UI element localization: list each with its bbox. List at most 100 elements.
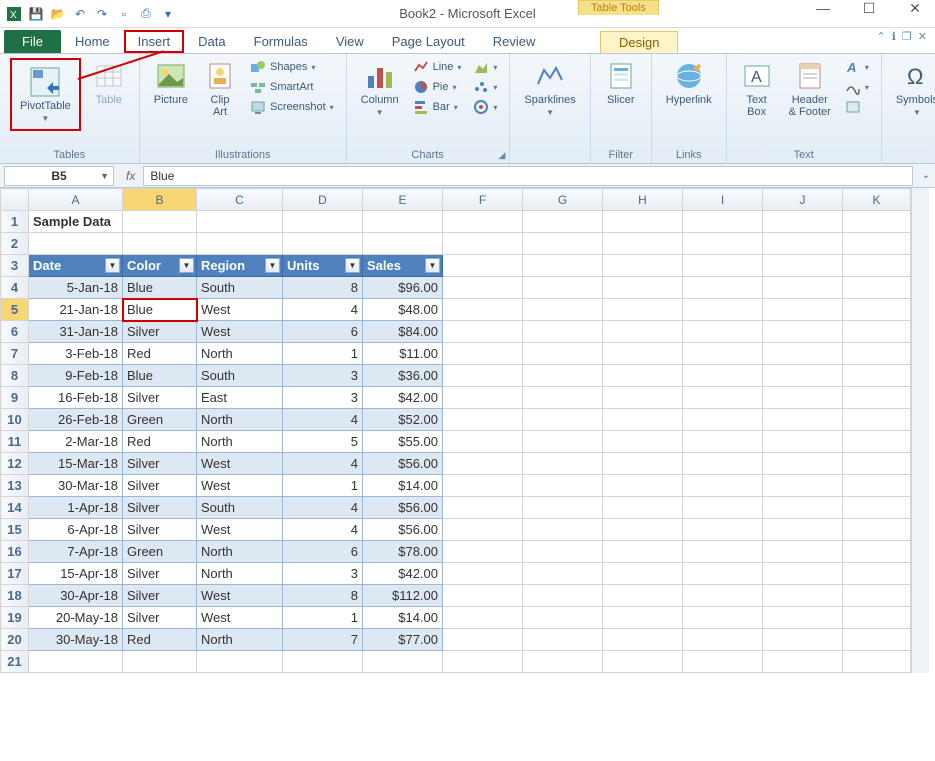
cell-J3[interactable] [763,255,843,277]
cell-A20[interactable]: 30-May-18 [29,629,123,651]
row-header-19[interactable]: 19 [1,607,29,629]
filter-dropdown-icon[interactable]: ▼ [179,258,194,273]
cell-I3[interactable] [683,255,763,277]
line-chart-button[interactable]: Line ▾ [411,58,464,76]
cell-H19[interactable] [603,607,683,629]
cell-D1[interactable] [283,211,363,233]
cell-A11[interactable]: 2-Mar-18 [29,431,123,453]
cell-A2[interactable] [29,233,123,255]
cell-G19[interactable] [523,607,603,629]
cell-I15[interactable] [683,519,763,541]
cell-C3[interactable]: Region▼ [197,255,283,277]
cell-A8[interactable]: 9-Feb-18 [29,365,123,387]
print-icon[interactable]: ⎙ [138,6,154,22]
cell-H17[interactable] [603,563,683,585]
row-header-16[interactable]: 16 [1,541,29,563]
cell-J16[interactable] [763,541,843,563]
cell-H2[interactable] [603,233,683,255]
cell-G7[interactable] [523,343,603,365]
row-header-6[interactable]: 6 [1,321,29,343]
row-header-2[interactable]: 2 [1,233,29,255]
row-header-5[interactable]: 5 [1,299,29,321]
formula-input[interactable]: Blue [143,166,913,186]
cell-B18[interactable]: Silver [123,585,197,607]
cell-E15[interactable]: $56.00 [363,519,443,541]
clipart-button[interactable]: Clip Art [200,58,240,120]
vertical-scrollbar[interactable] [911,188,929,673]
cell-A10[interactable]: 26-Feb-18 [29,409,123,431]
cell-D18[interactable]: 8 [283,585,363,607]
cell-D11[interactable]: 5 [283,431,363,453]
cell-I8[interactable] [683,365,763,387]
cell-K8[interactable] [843,365,911,387]
cell-E21[interactable] [363,651,443,673]
tab-insert[interactable]: Insert [124,30,185,53]
cell-H6[interactable] [603,321,683,343]
cell-K6[interactable] [843,321,911,343]
cell-E7[interactable]: $11.00 [363,343,443,365]
bar-chart-button[interactable]: Bar ▾ [411,98,464,116]
cell-F18[interactable] [443,585,523,607]
cell-I6[interactable] [683,321,763,343]
cell-B16[interactable]: Green [123,541,197,563]
cell-B15[interactable]: Silver [123,519,197,541]
table-button[interactable]: Table [89,58,129,108]
column-header-B[interactable]: B [123,189,197,211]
window-restore-icon[interactable]: ❐ [902,30,912,43]
cell-D20[interactable]: 7 [283,629,363,651]
cell-A19[interactable]: 20-May-18 [29,607,123,629]
cell-I13[interactable] [683,475,763,497]
cell-G12[interactable] [523,453,603,475]
row-header-18[interactable]: 18 [1,585,29,607]
worksheet-grid[interactable]: ABCDEFGHIJK1Sample Data23Date▼Color▼Regi… [0,188,911,673]
symbols-button[interactable]: Ω Symbols ▼ [892,58,935,119]
cell-B2[interactable] [123,233,197,255]
object-button[interactable] [843,98,871,116]
cell-D10[interactable]: 4 [283,409,363,431]
cell-B14[interactable]: Silver [123,497,197,519]
cell-A12[interactable]: 15-Mar-18 [29,453,123,475]
cell-E16[interactable]: $78.00 [363,541,443,563]
signature-button[interactable]: ▾ [843,78,871,96]
cell-D16[interactable]: 6 [283,541,363,563]
cell-F6[interactable] [443,321,523,343]
cell-E11[interactable]: $55.00 [363,431,443,453]
row-header-9[interactable]: 9 [1,387,29,409]
cell-G2[interactable] [523,233,603,255]
cell-K5[interactable] [843,299,911,321]
cell-C7[interactable]: North [197,343,283,365]
cell-H13[interactable] [603,475,683,497]
cell-I1[interactable] [683,211,763,233]
cell-I7[interactable] [683,343,763,365]
cell-E18[interactable]: $112.00 [363,585,443,607]
cell-D9[interactable]: 3 [283,387,363,409]
column-header-A[interactable]: A [29,189,123,211]
cell-G21[interactable] [523,651,603,673]
cell-B4[interactable]: Blue [123,277,197,299]
cell-G20[interactable] [523,629,603,651]
cell-E2[interactable] [363,233,443,255]
cell-D4[interactable]: 8 [283,277,363,299]
cell-D13[interactable]: 1 [283,475,363,497]
cell-A6[interactable]: 31-Jan-18 [29,321,123,343]
cell-H4[interactable] [603,277,683,299]
cell-H7[interactable] [603,343,683,365]
cell-G5[interactable] [523,299,603,321]
cell-D7[interactable]: 1 [283,343,363,365]
shapes-button[interactable]: Shapes ▾ [248,58,336,76]
cell-I20[interactable] [683,629,763,651]
cell-J21[interactable] [763,651,843,673]
cell-F5[interactable] [443,299,523,321]
cell-C11[interactable]: North [197,431,283,453]
row-header-13[interactable]: 13 [1,475,29,497]
textbox-button[interactable]: A Text Box [737,58,777,120]
pie-chart-button[interactable]: Pie ▾ [411,78,464,96]
slicer-button[interactable]: Slicer [601,58,641,108]
cell-C20[interactable]: North [197,629,283,651]
cell-E6[interactable]: $84.00 [363,321,443,343]
cell-C8[interactable]: South [197,365,283,387]
cell-A21[interactable] [29,651,123,673]
filter-dropdown-icon[interactable]: ▼ [105,258,120,273]
cell-F19[interactable] [443,607,523,629]
cell-B19[interactable]: Silver [123,607,197,629]
